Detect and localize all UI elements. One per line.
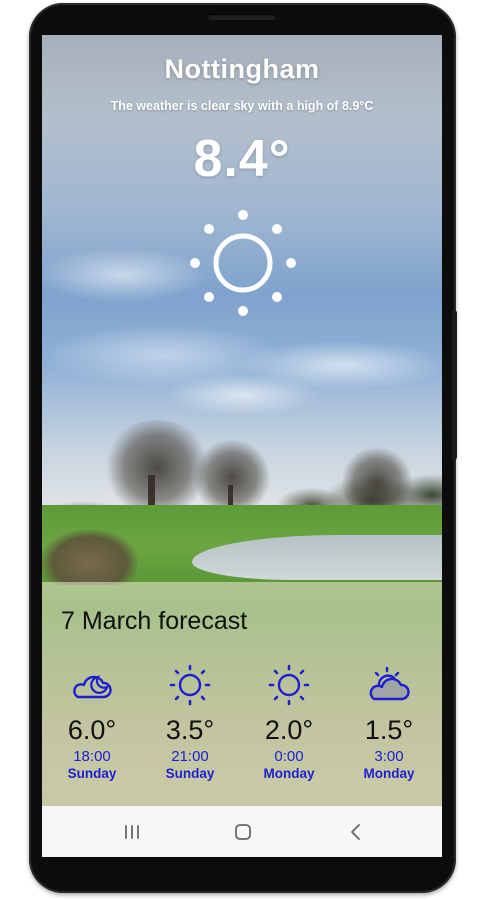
forecast-time: 21:00 — [171, 748, 209, 765]
forecast-item: 1.5° 3:00 Monday — [339, 663, 439, 781]
forecast-item: 6.0° 18:00 Sunday — [42, 663, 142, 781]
forecast-day: Monday — [263, 766, 315, 781]
recent-apps-icon[interactable] — [112, 818, 152, 846]
forecast-time: 3:00 — [374, 748, 404, 765]
sun-icon — [169, 664, 211, 706]
forecast-temp: 6.0° — [67, 715, 117, 745]
weather-summary: The weather is clear sky with a high of … — [110, 99, 374, 113]
back-icon[interactable] — [336, 818, 376, 846]
sun-icon — [190, 210, 296, 316]
forecast-time: 18:00 — [73, 748, 111, 765]
app-screen: Nottingham The weather is clear sky with… — [42, 35, 442, 857]
home-icon[interactable] — [223, 818, 263, 846]
forecast-day: Sunday — [165, 766, 215, 781]
forecast-temp: 1.5° — [364, 715, 414, 745]
background-ditch — [42, 530, 137, 585]
forecast-item: 2.0° 0:00 Monday — [239, 663, 339, 781]
forecast-temp: 2.0° — [264, 715, 314, 745]
phone-speaker — [208, 14, 276, 20]
forecast-time: 0:00 — [274, 748, 304, 765]
forecast-day: Sunday — [67, 766, 117, 781]
forecast-day: Monday — [363, 766, 415, 781]
partly-cloudy-icon — [369, 666, 410, 701]
forecast-temp: 3.5° — [165, 715, 215, 745]
system-nav-bar — [42, 806, 442, 857]
forecast-list: 6.0° 18:00 Sunday 3.5° 21:00 Sunday 2.0°… — [42, 663, 442, 793]
forecast-title: 7 March forecast — [61, 607, 248, 635]
forecast-item: 3.5° 21:00 Sunday — [140, 663, 240, 781]
city-name: Nottingham — [164, 54, 320, 84]
cloudy-night-icon — [73, 675, 112, 699]
current-temperature: 8.4° — [193, 130, 291, 188]
sun-icon — [268, 664, 310, 706]
phone-side-button — [452, 310, 457, 460]
